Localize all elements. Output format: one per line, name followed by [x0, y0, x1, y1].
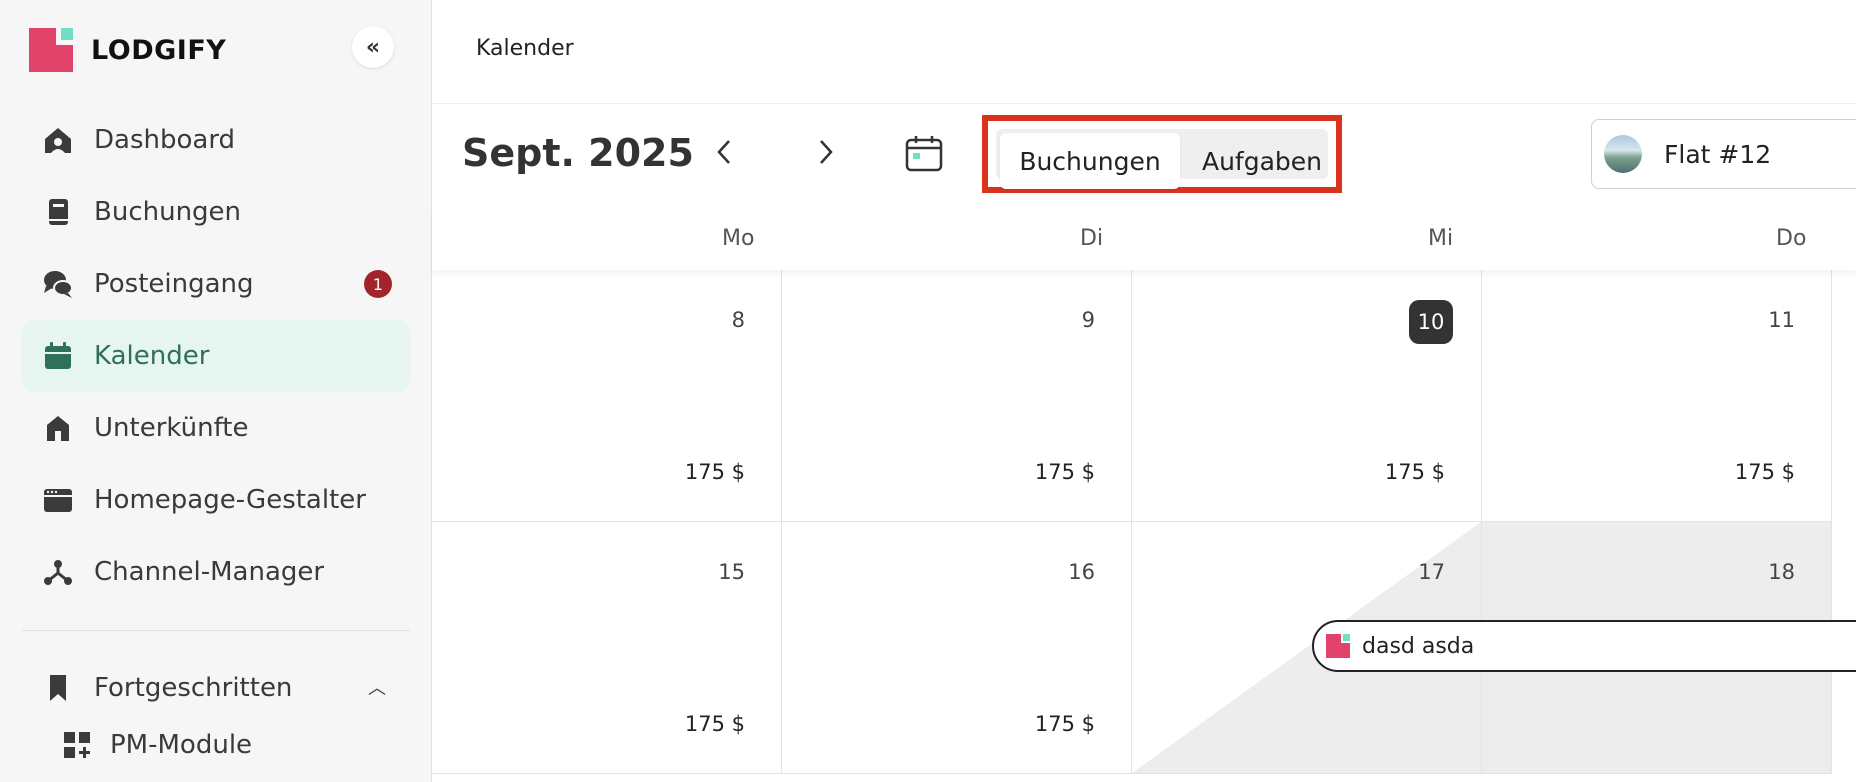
- weekday-label: Mo: [722, 226, 755, 251]
- double-chevron-left-icon: «: [365, 34, 381, 60]
- day-cell[interactable]: 11 175 $: [1482, 270, 1832, 522]
- sidebar-item-label: Homepage-Gestalter: [94, 485, 366, 515]
- day-cell-today[interactable]: 10 175 $: [1132, 270, 1482, 522]
- booking-bar[interactable]: dasd asda: [1312, 620, 1856, 672]
- weekday-label: Di: [1080, 226, 1104, 251]
- day-cell[interactable]: 15 175 $: [432, 522, 782, 774]
- sidebar-subitem-pm-module[interactable]: PM-Module: [62, 730, 252, 760]
- logo-text: LODGIFY: [91, 34, 227, 66]
- chevron-left-icon: [717, 140, 730, 164]
- weekday-label: Do: [1776, 226, 1807, 251]
- book-icon: [40, 194, 76, 230]
- sidebar-item-channel-manager[interactable]: Channel-Manager: [22, 536, 410, 608]
- lodgify-logo[interactable]: LODGIFY: [29, 28, 226, 72]
- prev-month-button[interactable]: [714, 137, 734, 175]
- browser-icon: [40, 482, 76, 518]
- chevron-up-icon: ︿: [368, 678, 386, 699]
- sidebar-item-homepage-gestalter[interactable]: Homepage-Gestalter: [22, 464, 410, 536]
- day-price: 175 $: [1734, 460, 1795, 484]
- current-month-label: Sept. 2025: [462, 131, 694, 175]
- network-icon: [40, 554, 76, 590]
- chat-icon: [40, 266, 76, 302]
- topbar: Kalender: [432, 0, 1856, 104]
- sidebar-item-dashboard[interactable]: Dashboard: [22, 104, 410, 176]
- calendar-grid: 8 175 $ 9 175 $ 10 175 $ 11 175 $ 15 175…: [432, 270, 1856, 782]
- calendar-picker-icon: [905, 136, 943, 172]
- sidebar-item-label: Dashboard: [94, 125, 236, 155]
- calendar-toolbar: Sept. 2025 Buchungen Aufgaben Flat #12: [432, 103, 1856, 208]
- home-icon: [40, 122, 76, 158]
- calendar-icon: [40, 338, 76, 374]
- lodgify-booking-icon: [1326, 634, 1350, 658]
- day-number: 8: [731, 308, 745, 332]
- logo-mark-icon: [29, 28, 73, 72]
- booking-guest-name: dasd asda: [1362, 633, 1475, 659]
- next-month-button[interactable]: [816, 137, 836, 175]
- house-icon: [40, 410, 76, 446]
- day-cell[interactable]: 16 175 $: [782, 522, 1132, 774]
- sidebar-item-posteingang[interactable]: Posteingang 1: [22, 248, 410, 320]
- view-toggle: Buchungen Aufgaben: [982, 115, 1342, 193]
- sidebar-item-label: Unterkünfte: [94, 413, 249, 443]
- sidebar-item-kalender[interactable]: Kalender: [22, 320, 410, 392]
- property-thumbnail: [1604, 135, 1642, 173]
- property-name: Flat #12: [1664, 139, 1772, 169]
- bookmark-icon: [40, 670, 76, 706]
- sidebar-divider: [22, 630, 410, 631]
- day-number: 9: [1081, 308, 1095, 332]
- weekday-header: Mo Di Mi Do: [432, 208, 1856, 270]
- day-price: 175 $: [684, 712, 745, 736]
- sidebar-item-label: Buchungen: [94, 197, 242, 227]
- tab-buchungen[interactable]: Buchungen: [1000, 133, 1180, 189]
- day-number: 15: [718, 560, 745, 584]
- day-price: 175 $: [684, 460, 745, 484]
- day-cell[interactable]: 9 175 $: [782, 270, 1132, 522]
- day-price: 175 $: [1384, 460, 1445, 484]
- unread-badge: 1: [364, 270, 392, 298]
- day-number: 18: [1768, 560, 1795, 584]
- weekday-label: Mi: [1428, 226, 1454, 251]
- grid-plus-icon: [62, 730, 92, 760]
- tab-aufgaben[interactable]: Aufgaben: [1182, 133, 1342, 189]
- sidebar: LODGIFY « Dashboard Buchungen Posteingan…: [0, 0, 432, 782]
- page-title: Kalender: [476, 36, 574, 61]
- sidebar-subitem-label: PM-Module: [110, 730, 253, 760]
- sidebar-section-label: Fortgeschritten: [94, 673, 293, 703]
- sidebar-item-label: Kalender: [94, 341, 210, 371]
- chevron-right-icon: [820, 140, 833, 164]
- day-number: 17: [1418, 560, 1445, 584]
- day-cell[interactable]: 8 175 $: [432, 270, 782, 522]
- view-toggle-track: Buchungen Aufgaben: [996, 129, 1328, 189]
- day-price: 175 $: [1034, 460, 1095, 484]
- day-price: 175 $: [1034, 712, 1095, 736]
- property-selector[interactable]: Flat #12: [1591, 119, 1856, 189]
- sidebar-section-fortgeschritten[interactable]: Fortgeschritten ︿: [22, 652, 410, 724]
- day-number: 11: [1768, 308, 1795, 332]
- sidebar-item-label: Channel-Manager: [94, 557, 325, 587]
- sidebar-item-label: Posteingang: [94, 269, 254, 299]
- collapse-sidebar-button[interactable]: «: [352, 26, 394, 68]
- date-picker-button[interactable]: [904, 133, 944, 177]
- day-number: 16: [1068, 560, 1095, 584]
- sidebar-item-unterkuenfte[interactable]: Unterkünfte: [22, 392, 410, 464]
- sidebar-item-buchungen[interactable]: Buchungen: [22, 176, 410, 248]
- today-badge: 10: [1409, 300, 1453, 344]
